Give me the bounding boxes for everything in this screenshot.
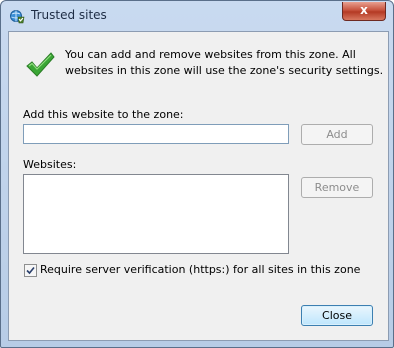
green-check-icon (24, 49, 56, 81)
https-verification-label[interactable]: Require server verification (https:) for… (40, 263, 360, 276)
title-bar[interactable]: Trusted sites x (2, 2, 392, 28)
add-website-label: Add this website to the zone: (23, 108, 184, 121)
window-title: Trusted sites (31, 8, 107, 22)
zone-icon (9, 8, 25, 24)
websites-list[interactable] (23, 174, 289, 254)
add-button[interactable]: Add (301, 124, 373, 145)
close-button[interactable]: Close (301, 305, 373, 326)
dialog-body: You can add and remove websites from thi… (8, 31, 389, 341)
checkmark-icon (26, 266, 35, 275)
websites-label: Websites: (23, 158, 77, 171)
dialog-window: Trusted sites x You can add and remove w… (0, 0, 394, 348)
close-icon: x (360, 3, 368, 17)
remove-button[interactable]: Remove (301, 177, 373, 198)
zone-info-text: You can add and remove websites from thi… (65, 48, 384, 77)
https-verification-checkbox[interactable] (24, 264, 37, 277)
window-close-button[interactable]: x (342, 2, 386, 21)
website-input[interactable] (23, 124, 289, 144)
